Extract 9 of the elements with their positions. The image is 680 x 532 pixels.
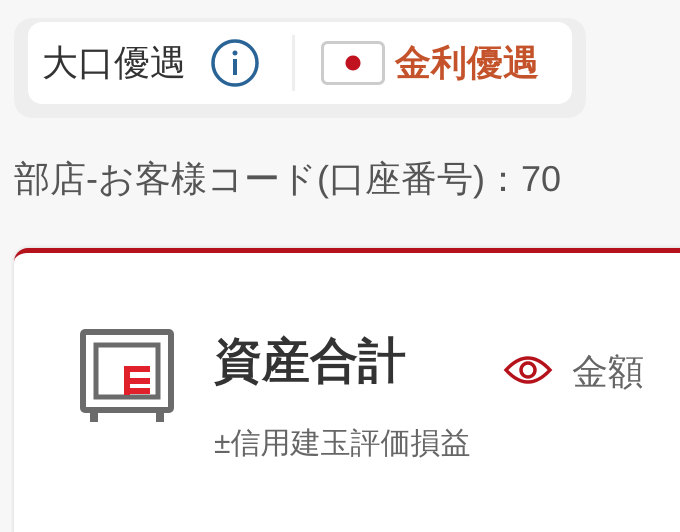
asset-subtitle: ±信用建玉評価損益 xyxy=(214,426,470,462)
asset-total-title: 資産合計 xyxy=(214,334,406,390)
rate-benefit-label: 金利優遇 xyxy=(395,41,539,85)
info-icon[interactable] xyxy=(210,38,260,88)
safe-icon xyxy=(80,329,174,423)
amount-toggle-label[interactable]: 金額 xyxy=(572,345,644,399)
large-account-label: 大口優遇 xyxy=(42,41,186,85)
flag-icon xyxy=(321,41,385,85)
account-number-label: 部店-お客様コード(口座番号)：70 xyxy=(14,157,562,201)
